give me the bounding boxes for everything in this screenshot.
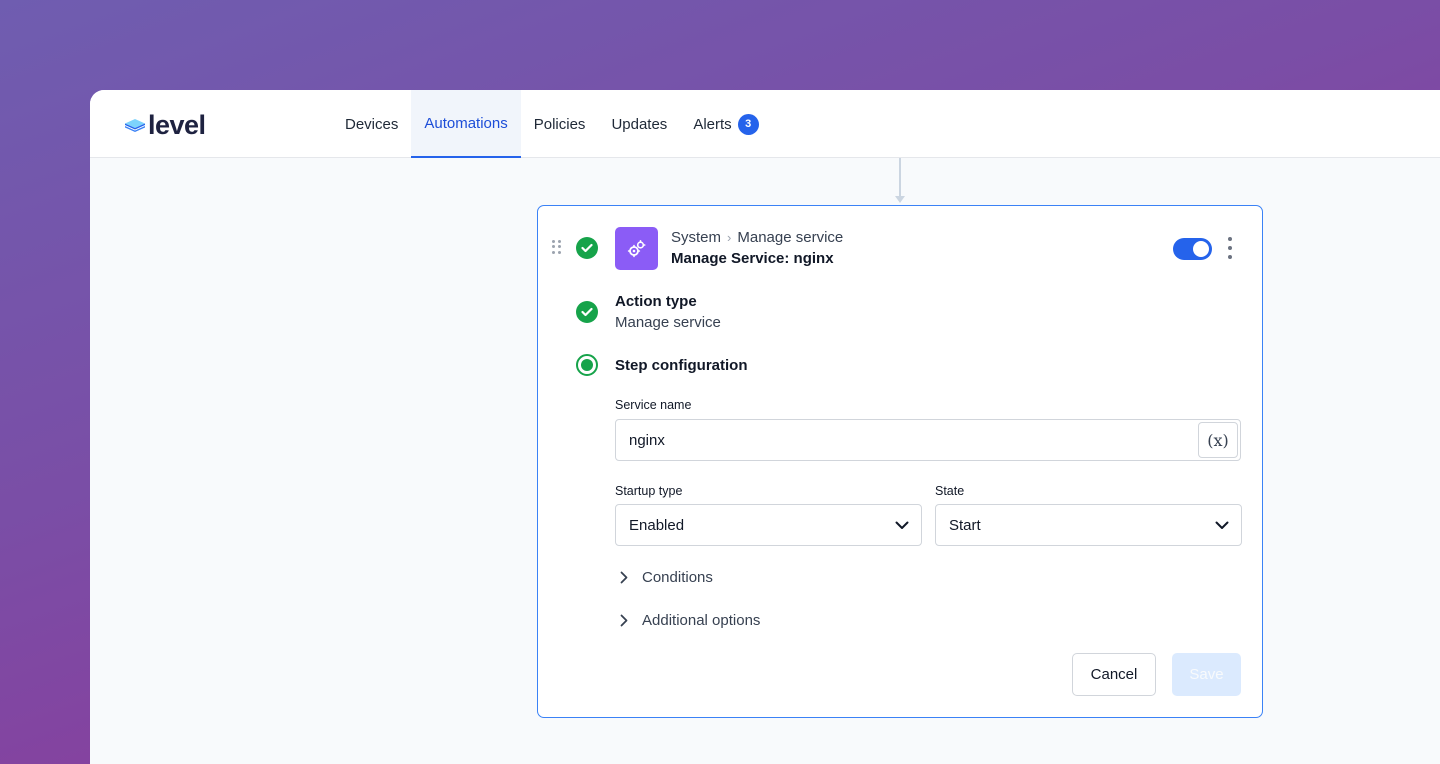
conditions-label: Conditions bbox=[642, 569, 713, 586]
nav-label: Alerts bbox=[693, 115, 732, 133]
service-name-input[interactable]: nginx (x) bbox=[615, 419, 1241, 461]
nav-label: Updates bbox=[611, 115, 668, 133]
chevron-down-icon bbox=[895, 521, 909, 529]
startup-type-select[interactable]: Enabled bbox=[615, 504, 922, 546]
layers-icon bbox=[125, 118, 145, 132]
startup-type-label: Startup type bbox=[615, 484, 683, 498]
app-window: level Devices Automations Policies Updat… bbox=[90, 90, 1440, 764]
logo-text: level bbox=[148, 110, 206, 140]
breadcrumb: System › Manage service bbox=[671, 229, 843, 246]
gears-icon bbox=[615, 227, 658, 270]
automation-step-card: System › Manage service Manage Service: … bbox=[537, 205, 1263, 718]
drag-handle-icon[interactable] bbox=[552, 240, 562, 254]
nav-item-alerts[interactable]: Alerts 3 bbox=[680, 90, 771, 158]
step-enabled-toggle[interactable] bbox=[1173, 238, 1212, 260]
insert-variable-button[interactable]: (x) bbox=[1198, 422, 1238, 458]
chevron-right-icon bbox=[620, 614, 628, 627]
cancel-button[interactable]: Cancel bbox=[1072, 653, 1156, 696]
nav-item-policies[interactable]: Policies bbox=[521, 90, 599, 158]
nav-label: Devices bbox=[345, 115, 399, 133]
state-select[interactable]: Start bbox=[935, 504, 1242, 546]
service-name-label: Service name bbox=[615, 398, 692, 412]
logo[interactable]: level bbox=[124, 110, 206, 141]
action-type-label: Action type bbox=[615, 293, 697, 310]
step-configuration-label: Step configuration bbox=[615, 357, 748, 374]
action-type-value[interactable]: Manage service bbox=[615, 314, 721, 331]
save-button[interactable]: Save bbox=[1172, 653, 1241, 696]
more-options-icon[interactable] bbox=[1226, 237, 1234, 259]
chevron-right-icon bbox=[620, 571, 628, 584]
additional-options-label: Additional options bbox=[642, 612, 761, 629]
conditions-toggle[interactable]: Conditions bbox=[620, 569, 713, 586]
flow-connector-line bbox=[899, 158, 901, 198]
flow-connector-arrow-icon bbox=[895, 196, 905, 203]
chevron-right-icon: › bbox=[727, 230, 732, 245]
step-title: Manage Service: nginx bbox=[671, 250, 834, 267]
nav-tabs: Devices Automations Policies Updates Ale… bbox=[332, 90, 772, 158]
alerts-count-badge: 3 bbox=[737, 113, 759, 135]
nav-label: Policies bbox=[533, 115, 586, 133]
nav-item-updates[interactable]: Updates bbox=[598, 90, 680, 158]
nav-item-devices[interactable]: Devices bbox=[332, 90, 411, 158]
action-type-complete-check-icon bbox=[576, 301, 598, 323]
step-configuration-active-icon bbox=[576, 354, 598, 376]
state-label: State bbox=[935, 484, 965, 498]
startup-type-value: Enabled bbox=[629, 516, 685, 534]
additional-options-toggle[interactable]: Additional options bbox=[620, 612, 760, 629]
breadcrumb-parent[interactable]: System bbox=[671, 229, 721, 246]
toggle-knob bbox=[1193, 241, 1209, 257]
chevron-down-icon bbox=[1215, 521, 1229, 529]
top-navigation: level Devices Automations Policies Updat… bbox=[90, 90, 1440, 158]
state-value: Start bbox=[949, 516, 981, 534]
breadcrumb-current: Manage service bbox=[737, 229, 844, 246]
step-complete-check-icon bbox=[576, 237, 598, 259]
nav-item-automations[interactable]: Automations bbox=[411, 90, 521, 158]
nav-label: Automations bbox=[424, 114, 508, 132]
service-name-value: nginx bbox=[629, 431, 665, 449]
